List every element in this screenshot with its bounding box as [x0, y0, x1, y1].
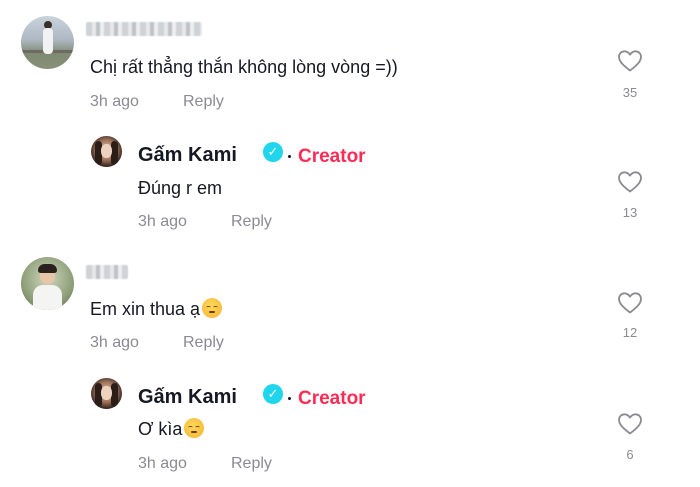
comment-1-like-count: 35 [622, 85, 638, 100]
comment-1-reply-button[interactable]: Reply [183, 93, 224, 111]
comment-2-like-count: 12 [622, 325, 638, 340]
verified-check-icon: ✓ [263, 384, 283, 404]
creator-avatar[interactable] [91, 378, 122, 409]
reply-2-text: Ơ kìa [138, 419, 183, 439]
reply-1-like-count: 13 [622, 205, 638, 220]
creator-avatar[interactable] [91, 136, 122, 167]
pensive-face-emoji-icon [184, 418, 205, 438]
comment-2-text-line: Em xin thua ạ [90, 298, 223, 320]
heart-outline-icon[interactable] [617, 291, 643, 315]
reply-1-time: 3h ago [138, 213, 187, 230]
creator-name[interactable]: Gấm Kami [138, 386, 237, 409]
separator-dot [288, 397, 291, 400]
heart-outline-icon[interactable] [617, 49, 643, 73]
reply-1-text: Đúng r em [138, 178, 223, 198]
heart-outline-icon[interactable] [617, 412, 643, 436]
verified-check-icon: ✓ [263, 142, 283, 162]
commenter-2-username-blurred[interactable] [86, 265, 128, 279]
reply-1-reply-button[interactable]: Reply [231, 213, 272, 231]
commenter-1-avatar[interactable] [21, 16, 74, 69]
comment-2-reply-button[interactable]: Reply [183, 334, 224, 352]
comment-2-time: 3h ago [90, 334, 139, 351]
comment-2-text: Em xin thua ạ [90, 299, 201, 319]
comment-1-text: Chị rất thẳng thắn không lòng vòng =)) [90, 57, 398, 77]
comment-1-time: 3h ago [90, 93, 139, 110]
creator-badge: Creator [298, 146, 366, 167]
reply-2: Gấm Kami ✓ Creator Ơ kìa 3h ago Reply 6 [0, 362, 700, 487]
pensive-face-emoji-icon [202, 298, 223, 318]
heart-outline-icon[interactable] [617, 170, 643, 194]
creator-badge: Creator [298, 388, 366, 409]
reply-2-text-line: Ơ kìa [138, 418, 205, 440]
commenter-2-avatar[interactable] [21, 257, 74, 310]
reply-2-time: 3h ago [138, 455, 187, 472]
commenter-1-username-blurred[interactable] [86, 22, 202, 36]
creator-name[interactable]: Gấm Kami [138, 144, 237, 167]
reply-2-like-count: 6 [626, 447, 634, 462]
reply-2-reply-button[interactable]: Reply [231, 455, 272, 473]
comment-1: Chị rất thẳng thắn không lòng vòng =)) 3… [0, 0, 700, 120]
separator-dot [288, 155, 291, 158]
reply-1: Gấm Kami ✓ Creator Đúng r em 3h ago Repl… [0, 120, 700, 241]
comment-2: Em xin thua ạ 3h ago Reply 12 [0, 241, 700, 362]
